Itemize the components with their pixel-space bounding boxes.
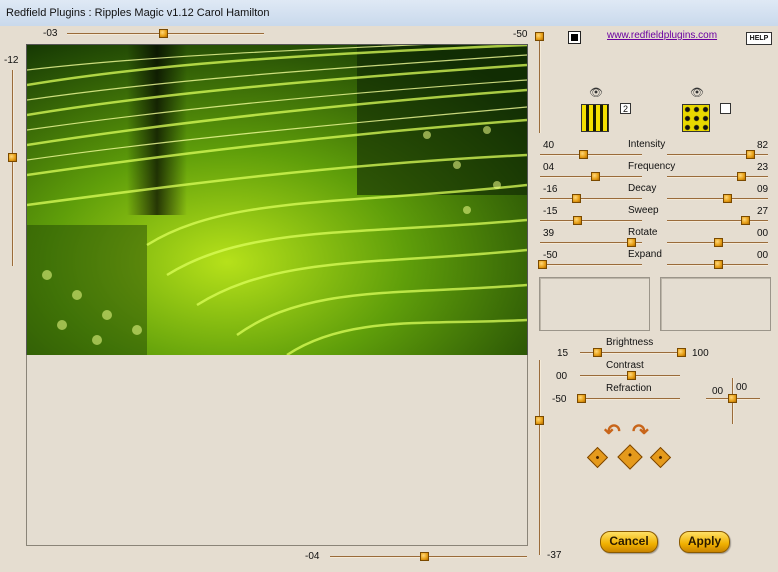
pattern-number-box[interactable]: 2	[620, 103, 631, 114]
pattern-checkbox[interactable]	[720, 103, 731, 114]
light-position-knob[interactable]	[728, 394, 737, 403]
right-slider-bottom-value: -37	[547, 550, 562, 561]
right-slider-upper-knob[interactable]	[535, 32, 544, 41]
right-slider-upper-track[interactable]	[539, 38, 541, 133]
contrast-value: 00	[556, 371, 568, 382]
bottom-slider-value: -04	[305, 551, 320, 562]
param-left-slider-knob[interactable]	[572, 194, 581, 203]
param-left-value: 04	[543, 162, 555, 173]
param-left-slider-knob[interactable]	[579, 150, 588, 159]
window-title: Redfield Plugins : Ripples Magic v1.12 C…	[6, 7, 270, 19]
refraction-slider-knob[interactable]	[577, 394, 586, 403]
param-label: Intensity	[628, 139, 666, 150]
param-right-value: 23	[757, 162, 769, 173]
light-y-value: 00	[736, 382, 748, 393]
curved-arrow-left-icon[interactable]: ↶	[604, 419, 621, 444]
top-slider-knob[interactable]	[159, 29, 168, 38]
preview-image[interactable]	[26, 44, 528, 356]
param-right-slider-track[interactable]	[667, 176, 768, 178]
refraction-value: -50	[552, 394, 567, 405]
left-display-box	[539, 277, 650, 331]
eye-icon[interactable]: 👁	[690, 86, 704, 99]
preview-empty-area	[26, 355, 528, 546]
param-left-slider-knob[interactable]	[591, 172, 600, 181]
param-right-slider-track[interactable]	[667, 220, 768, 222]
param-right-value: 00	[757, 250, 769, 261]
bottom-slider-knob[interactable]	[420, 552, 429, 561]
pattern-checks-thumbnail[interactable]	[682, 104, 710, 132]
eye-icon[interactable]: 👁	[589, 86, 603, 99]
brightness-slider-knob-high[interactable]	[677, 348, 686, 357]
brightness-slider-knob-low[interactable]	[593, 348, 602, 357]
help-button[interactable]: HELP	[746, 32, 772, 45]
param-left-slider-knob[interactable]	[538, 260, 547, 269]
right-slider-lower-knob[interactable]	[535, 416, 544, 425]
cancel-button[interactable]: Cancel	[600, 531, 658, 553]
param-left-slider-track[interactable]	[540, 198, 642, 200]
light-x-value: 00	[712, 386, 724, 397]
param-left-slider-knob[interactable]	[627, 238, 636, 247]
param-right-value: 00	[757, 228, 769, 239]
param-left-slider-track[interactable]	[540, 264, 642, 266]
param-left-value: -16	[543, 184, 558, 195]
left-slider-track[interactable]	[12, 70, 14, 266]
param-right-value: 82	[757, 140, 769, 151]
param-right-slider-knob[interactable]	[737, 172, 746, 181]
param-right-value: 27	[757, 206, 769, 217]
color-swatch-fill	[571, 34, 578, 41]
param-left-value: -15	[543, 206, 558, 217]
param-label: Frequency	[628, 161, 676, 172]
param-right-slider-track[interactable]	[667, 198, 768, 200]
param-right-slider-knob[interactable]	[741, 216, 750, 225]
param-label: Rotate	[628, 227, 658, 238]
param-right-slider-knob[interactable]	[746, 150, 755, 159]
left-slider-value: -12	[4, 55, 19, 66]
param-right-slider-knob[interactable]	[714, 238, 723, 247]
param-label: Sweep	[628, 205, 659, 216]
param-left-value: 39	[543, 228, 555, 239]
left-slider-knob[interactable]	[8, 153, 17, 162]
param-right-slider-knob[interactable]	[723, 194, 732, 203]
apply-button[interactable]: Apply	[679, 531, 730, 553]
brightness-max-value: 100	[692, 348, 709, 359]
refraction-label: Refraction	[606, 383, 652, 394]
right-display-box	[660, 277, 771, 331]
title-bar: Redfield Plugins : Ripples Magic v1.12 C…	[0, 0, 778, 27]
contrast-label: Contrast	[606, 360, 644, 371]
brightness-label: Brightness	[606, 337, 654, 348]
param-left-slider-track[interactable]	[540, 154, 642, 156]
param-left-slider-track[interactable]	[540, 220, 642, 222]
curved-arrow-right-icon[interactable]: ↷	[632, 419, 649, 444]
website-link[interactable]: www.redfieldplugins.com	[607, 30, 717, 41]
contrast-slider-knob[interactable]	[627, 371, 636, 380]
param-right-value: 09	[757, 184, 769, 195]
brightness-min-value: 15	[557, 348, 569, 359]
right-slider-top-value: -50	[513, 29, 528, 40]
param-right-slider-knob[interactable]	[714, 260, 723, 269]
pattern-stripes-thumbnail[interactable]	[581, 104, 609, 132]
refraction-slider-track[interactable]	[580, 398, 680, 400]
param-label: Expand	[628, 249, 662, 260]
top-slider-value: -03	[43, 28, 58, 39]
param-left-value: 40	[543, 140, 555, 151]
param-left-slider-knob[interactable]	[573, 216, 582, 225]
param-label: Decay	[628, 183, 657, 194]
color-swatch[interactable]	[568, 31, 581, 44]
right-slider-lower-track[interactable]	[539, 360, 541, 555]
